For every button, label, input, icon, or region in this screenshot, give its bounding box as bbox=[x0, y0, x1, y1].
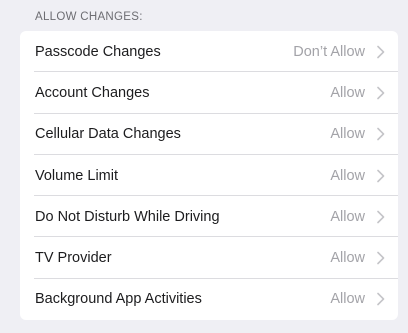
row-tv-provider[interactable]: TV Provider Allow bbox=[20, 237, 398, 280]
row-value: Allow bbox=[330, 208, 365, 225]
row-label: Account Changes bbox=[35, 84, 150, 101]
row-do-not-disturb-while-driving[interactable]: Do Not Disturb While Driving Allow bbox=[20, 196, 398, 238]
chevron-right-icon bbox=[376, 127, 386, 141]
row-label: Volume Limit bbox=[35, 167, 119, 184]
row-value: Allow bbox=[330, 84, 365, 101]
section-header-allow-changes: ALLOW CHANGES: bbox=[35, 11, 143, 23]
chevron-right-icon bbox=[376, 251, 386, 265]
row-label: TV Provider bbox=[35, 250, 112, 267]
chevron-right-icon bbox=[376, 169, 386, 183]
row-cellular-data-changes[interactable]: Cellular Data Changes Allow bbox=[20, 114, 398, 156]
row-account-changes[interactable]: Account Changes Allow bbox=[20, 72, 398, 114]
row-label: Passcode Changes bbox=[35, 43, 161, 60]
row-volume-limit[interactable]: Volume Limit Allow bbox=[20, 155, 398, 197]
chevron-right-icon bbox=[376, 292, 386, 306]
row-value: Don’t Allow bbox=[293, 43, 365, 60]
chevron-right-icon bbox=[376, 210, 386, 224]
row-value: Allow bbox=[330, 250, 365, 267]
row-passcode-changes[interactable]: Passcode Changes Don’t Allow bbox=[20, 31, 398, 73]
row-label: Background App Activities bbox=[35, 291, 202, 308]
row-value: Allow bbox=[330, 167, 365, 184]
row-label: Do Not Disturb While Driving bbox=[35, 208, 220, 225]
chevron-right-icon bbox=[376, 45, 386, 59]
chevron-right-icon bbox=[376, 86, 386, 100]
row-background-app-activities[interactable]: Background App Activities Allow bbox=[20, 279, 398, 320]
allow-changes-list: Passcode Changes Don’t Allow Account Cha… bbox=[20, 31, 398, 320]
row-label: Cellular Data Changes bbox=[35, 126, 181, 143]
row-value: Allow bbox=[330, 126, 365, 143]
row-value: Allow bbox=[330, 291, 365, 308]
